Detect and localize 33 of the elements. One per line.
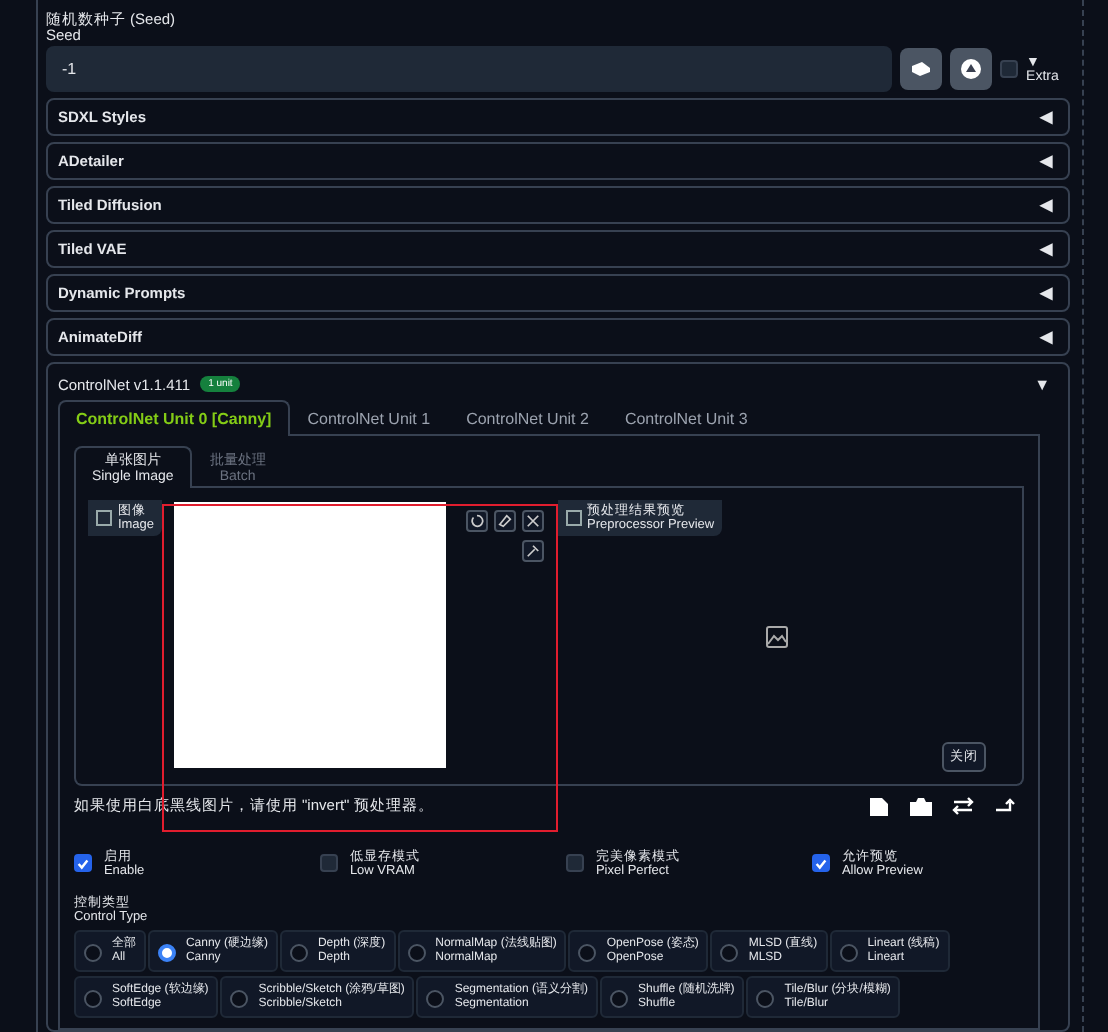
option-checkbox[interactable]	[319, 854, 338, 872]
unit-tab[interactable]: ControlNet Unit 3	[606, 400, 766, 436]
radio-button[interactable]	[756, 989, 775, 1007]
seed-field[interactable]: -1	[45, 46, 893, 92]
recycle-button[interactable]	[950, 48, 993, 90]
document-icon[interactable]	[868, 795, 891, 817]
radio-button[interactable]	[230, 989, 249, 1007]
camera-icon[interactable]	[910, 797, 933, 815]
unit-tab[interactable]: ControlNet Unit 2	[448, 400, 607, 436]
option-checkbox[interactable]	[811, 854, 830, 872]
radio-button[interactable]	[83, 989, 102, 1007]
radio-button[interactable]	[289, 943, 308, 961]
radio-button[interactable]	[720, 943, 739, 961]
brush-button[interactable]	[521, 540, 544, 562]
radio-button[interactable]	[407, 943, 426, 961]
radio-button[interactable]	[610, 989, 629, 1007]
radio-button[interactable]	[839, 943, 858, 961]
dice-button[interactable]	[900, 48, 943, 90]
close-button[interactable]	[521, 510, 544, 532]
unit-tab[interactable]: ControlNet Unit 1	[289, 400, 449, 436]
extra-checkbox[interactable]	[1000, 60, 1019, 78]
option-checkbox[interactable]	[73, 854, 92, 872]
radio-button[interactable]	[83, 943, 102, 961]
radio-button[interactable]	[578, 943, 597, 961]
radio-button[interactable]	[426, 989, 445, 1007]
undo-button[interactable]	[465, 510, 488, 532]
send-icon[interactable]	[994, 798, 1017, 814]
radio-button[interactable]	[157, 943, 176, 961]
option-checkbox[interactable]	[565, 854, 584, 872]
eraser-button[interactable]	[493, 510, 516, 532]
unit-tab[interactable]: ControlNet Unit 0 [Canny]	[57, 400, 290, 436]
swap-icon[interactable]	[952, 796, 975, 816]
collapse-arrow[interactable]: ▼	[1034, 375, 1051, 393]
